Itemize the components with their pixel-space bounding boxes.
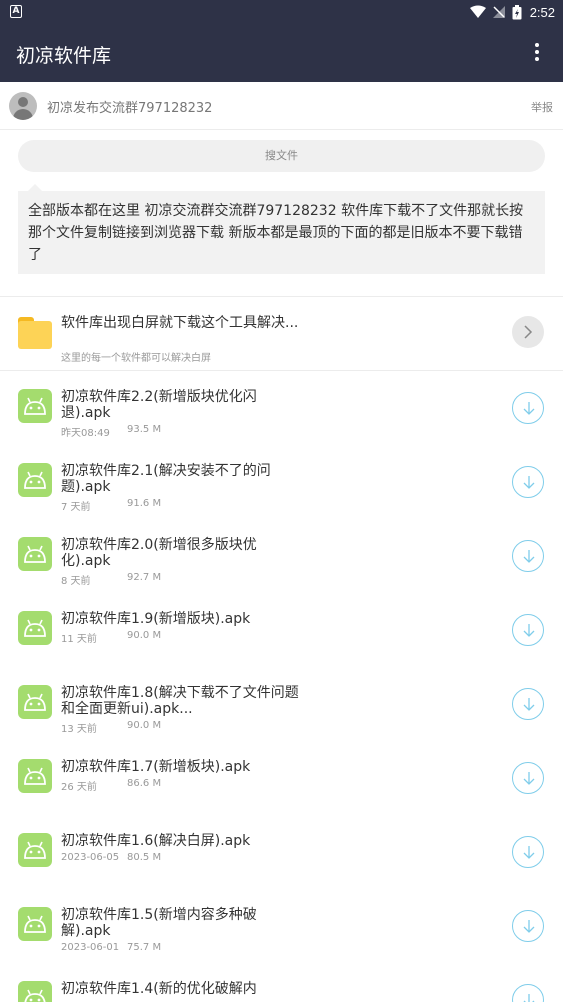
report-link[interactable]: 举报 bbox=[531, 99, 553, 115]
file-size: 92.7 M bbox=[127, 572, 162, 583]
android-apk-icon bbox=[18, 389, 52, 423]
file-meta: 8 天前 92.7 M bbox=[61, 572, 161, 587]
file-item[interactable]: 初凉软件库1.6(解决白屏).apk 2023-06-05 80.5 M bbox=[0, 824, 563, 898]
download-icon[interactable] bbox=[512, 392, 544, 424]
file-date: 昨天08:49 bbox=[61, 428, 110, 439]
file-name: 初凉软件库1.4(新的优化破解内 bbox=[61, 981, 257, 997]
file-name: 初凉软件库1.9(新增版块).apk bbox=[61, 611, 251, 627]
file-name: 初凉软件库2.2(新增版块优化闪退).apk bbox=[61, 389, 257, 421]
file-date: 8 天前 bbox=[61, 576, 91, 587]
android-apk-icon bbox=[18, 611, 52, 645]
file-meta: 26 天前 86.6 M bbox=[61, 778, 161, 793]
file-meta: 2023-06-01 75.7 M bbox=[61, 942, 161, 953]
no-signal-icon bbox=[492, 6, 505, 18]
notice-text: 全部版本都在这里 初凉交流群交流群797128232 软件库下载不了文件那就长按… bbox=[18, 184, 545, 274]
status-time: 2:52 bbox=[529, 4, 555, 20]
android-apk-icon bbox=[18, 833, 52, 867]
folder-subtitle: 这里的每一个软件都可以解决白屏 bbox=[61, 353, 211, 364]
file-name: 初凉软件库1.7(新增板块).apk bbox=[61, 759, 251, 775]
file-meta: 11 天前 90.0 M bbox=[61, 630, 161, 645]
file-item[interactable]: 初凉软件库2.2(新增版块优化闪退).apk 昨天08:49 93.5 M bbox=[0, 380, 563, 454]
folder-title: 软件库出现白屏就下载这个工具解决... bbox=[61, 315, 299, 331]
file-meta: 2023-06-05 80.5 M bbox=[61, 852, 161, 863]
file-name: 初凉软件库1.8(解决下载不了文件问题和全面更新ui).apk... bbox=[61, 685, 299, 717]
android-apk-icon bbox=[18, 759, 52, 793]
app-bar: 初凉软件库 bbox=[0, 24, 563, 82]
file-meta: 7 天前 91.6 M bbox=[61, 498, 161, 513]
file-item[interactable]: 初凉软件库2.0(新增很多版块优化).apk 8 天前 92.7 M bbox=[0, 528, 563, 602]
download-icon[interactable] bbox=[512, 762, 544, 794]
chevron-right-icon[interactable] bbox=[512, 316, 544, 348]
file-date: 11 天前 bbox=[61, 634, 97, 645]
file-size: 80.5 M bbox=[127, 852, 162, 863]
file-date: 7 天前 bbox=[61, 502, 91, 513]
file-item[interactable]: 初凉软件库1.5(新增内容多种破解).apk 2023-06-01 75.7 M bbox=[0, 898, 563, 972]
download-icon[interactable] bbox=[512, 614, 544, 646]
wifi-icon bbox=[469, 5, 486, 18]
file-size: 86.6 M bbox=[127, 778, 162, 789]
file-name: 初凉软件库2.0(新增很多版块优化).apk bbox=[61, 537, 257, 569]
download-icon[interactable] bbox=[512, 836, 544, 868]
android-apk-icon bbox=[18, 685, 52, 719]
file-date: 2023-06-01 bbox=[61, 942, 120, 953]
file-name: 初凉软件库2.1(解决安装不了的问题).apk bbox=[61, 463, 271, 495]
download-icon[interactable] bbox=[512, 540, 544, 572]
download-icon[interactable] bbox=[512, 910, 544, 942]
file-item[interactable]: 初凉软件库1.7(新增板块).apk 26 天前 86.6 M bbox=[0, 750, 563, 824]
file-name: 初凉软件库1.5(新增内容多种破解).apk bbox=[61, 907, 257, 939]
file-item[interactable]: 初凉软件库1.4(新的优化破解内 bbox=[0, 972, 563, 1002]
file-item[interactable]: 初凉软件库1.9(新增版块).apk 11 天前 90.0 M bbox=[0, 602, 563, 676]
file-date: 2023-06-05 bbox=[61, 852, 120, 863]
file-meta: 13 天前 90.0 M bbox=[61, 720, 161, 735]
file-item[interactable]: 初凉软件库2.1(解决安装不了的问题).apk 7 天前 91.6 M bbox=[0, 454, 563, 528]
file-size: 75.7 M bbox=[127, 942, 162, 953]
android-apk-icon bbox=[18, 907, 52, 941]
status-icons: 2:52 bbox=[469, 3, 555, 21]
app-title: 初凉软件库 bbox=[16, 45, 112, 67]
android-apk-icon bbox=[18, 463, 52, 497]
folder-icon bbox=[18, 317, 52, 351]
android-apk-icon bbox=[18, 537, 52, 571]
post-header: 初凉发布交流群797128232 举报 bbox=[0, 82, 563, 130]
status-bar: A 2:52 bbox=[0, 0, 563, 24]
file-size: 90.0 M bbox=[127, 720, 162, 731]
poster-name[interactable]: 初凉发布交流群797128232 bbox=[47, 97, 212, 116]
file-size: 91.6 M bbox=[127, 498, 162, 509]
file-item[interactable]: 初凉软件库1.8(解决下载不了文件问题和全面更新ui).apk... 13 天前 9… bbox=[0, 676, 563, 750]
download-icon[interactable] bbox=[512, 688, 544, 720]
file-meta: 昨天08:49 93.5 M bbox=[61, 424, 161, 439]
android-apk-icon bbox=[18, 981, 52, 1002]
folder-item[interactable]: 软件库出现白屏就下载这个工具解决... 这里的每一个软件都可以解决白屏 bbox=[0, 305, 563, 371]
file-date: 13 天前 bbox=[61, 724, 97, 735]
file-date: 26 天前 bbox=[61, 782, 97, 793]
file-name: 初凉软件库1.6(解决白屏).apk bbox=[61, 833, 251, 849]
battery-charging-icon bbox=[512, 4, 522, 19]
file-size: 90.0 M bbox=[127, 630, 162, 641]
avatar[interactable] bbox=[9, 92, 37, 120]
divider bbox=[0, 296, 563, 297]
download-icon[interactable] bbox=[512, 466, 544, 498]
notification-a-icon: A bbox=[10, 5, 22, 18]
search-input[interactable]: 搜文件 bbox=[18, 140, 545, 172]
more-vertical-icon[interactable] bbox=[533, 43, 541, 63]
file-size: 93.5 M bbox=[127, 424, 162, 435]
download-icon[interactable] bbox=[512, 984, 544, 1002]
